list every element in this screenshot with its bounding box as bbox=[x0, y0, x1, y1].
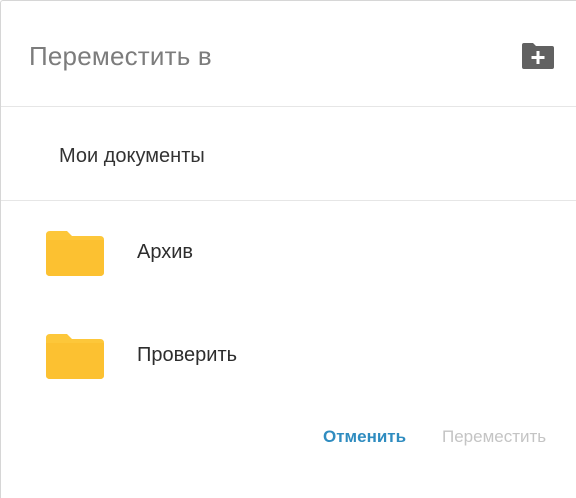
folder-label: Архив bbox=[137, 241, 194, 263]
folder-label: Проверить bbox=[137, 344, 238, 366]
move-button[interactable]: Переместить bbox=[442, 427, 546, 447]
breadcrumb-current: Мои документы bbox=[59, 145, 205, 167]
dialog-actions: Отменить Переместить bbox=[1, 421, 576, 455]
move-to-dialog: Переместить в Мои документы Архив Провер… bbox=[0, 0, 576, 498]
folder-icon bbox=[46, 231, 104, 276]
folder-icon bbox=[46, 334, 104, 379]
folder-list-item[interactable]: Архив bbox=[1, 213, 576, 293]
folder-list-item[interactable]: Проверить bbox=[1, 316, 576, 396]
new-folder-button[interactable] bbox=[521, 41, 555, 71]
breadcrumb: Мои документы bbox=[1, 107, 576, 201]
cancel-button[interactable]: Отменить bbox=[323, 427, 406, 447]
folder-plus-icon bbox=[522, 43, 554, 69]
dialog-title: Переместить в bbox=[29, 41, 212, 71]
dialog-header: Переместить в bbox=[1, 1, 576, 107]
